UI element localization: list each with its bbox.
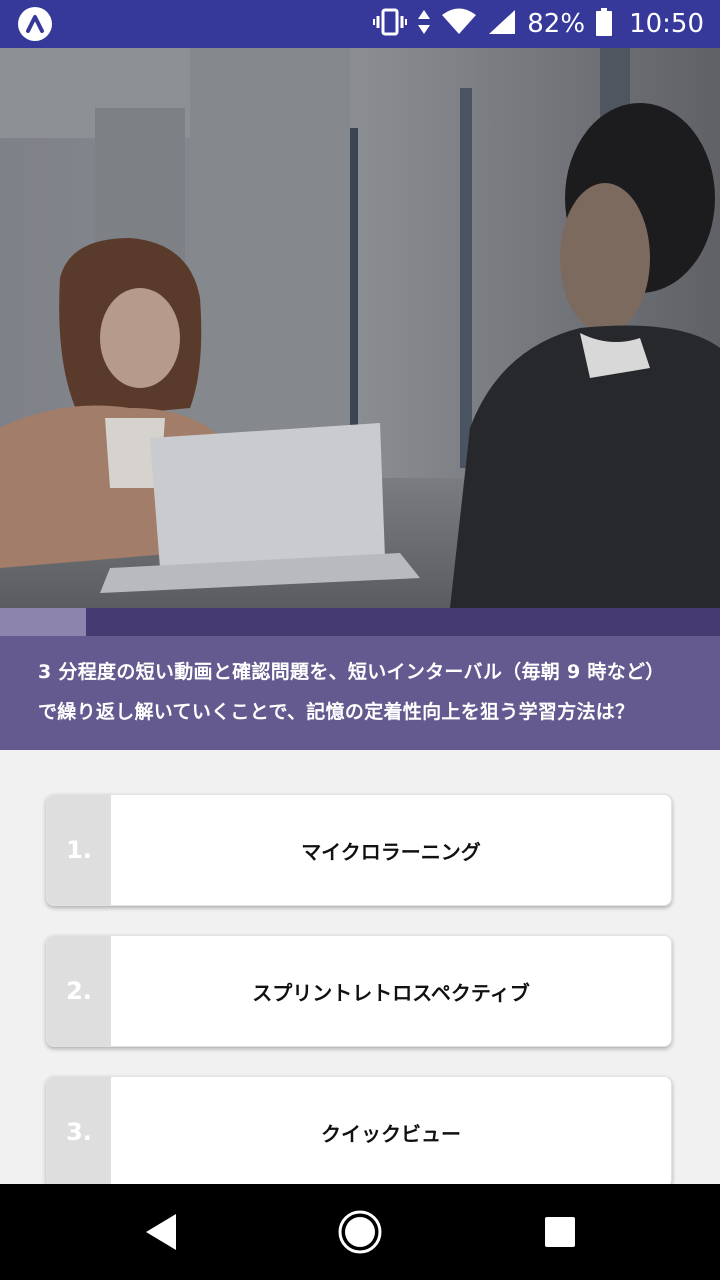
answer-option-3[interactable]: 3. クイックビュー: [46, 1076, 672, 1184]
option-number: 3.: [47, 1077, 111, 1184]
question-line-2: で繰り返し解いていくことで、記憶の定着性向上を狙う学習方法は？: [38, 701, 635, 723]
quiz-progress-bar: [0, 608, 720, 636]
wifi-icon: [441, 8, 477, 40]
option-number: 2.: [47, 936, 111, 1046]
option-label: クイックビュー: [321, 1121, 461, 1146]
status-icons: 82% 10:50: [373, 0, 704, 48]
status-time: 10:50: [629, 9, 704, 39]
vibrate-icon: [373, 8, 408, 40]
question-panel: 3 分程度の短い動画と確認問題を、短いインターバル（毎朝 9 時など） で繰り返…: [0, 636, 720, 750]
recents-icon[interactable]: [534, 1206, 586, 1258]
option-number: 1.: [47, 795, 111, 905]
battery-percent: 82%: [527, 9, 586, 39]
hero-image: [0, 48, 720, 608]
question-line-1: 3 分程度の短い動画と確認問題を、短いインターバル（毎朝 9 時など）: [38, 661, 665, 683]
option-label: スプリントレトロスペクティブ: [252, 980, 530, 1005]
app-logo-icon: [18, 7, 52, 41]
option-label: マイクロラーニング: [301, 839, 481, 864]
status-bar: 82% 10:50: [0, 0, 720, 48]
signal-icon: [487, 8, 517, 40]
answer-option-2[interactable]: 2. スプリントレトロスペクティブ: [46, 935, 672, 1047]
quiz-progress-fill: [0, 608, 87, 636]
battery-icon: [595, 7, 613, 41]
back-icon[interactable]: [136, 1206, 188, 1258]
system-nav-bar: [0, 1184, 720, 1280]
data-transfer-icon: [417, 8, 431, 40]
home-icon[interactable]: [334, 1206, 386, 1258]
answer-option-1[interactable]: 1. マイクロラーニング: [46, 794, 672, 906]
answer-options: 1. マイクロラーニング 2. スプリントレトロスペクティブ 3. クイックビュ…: [0, 750, 720, 1184]
